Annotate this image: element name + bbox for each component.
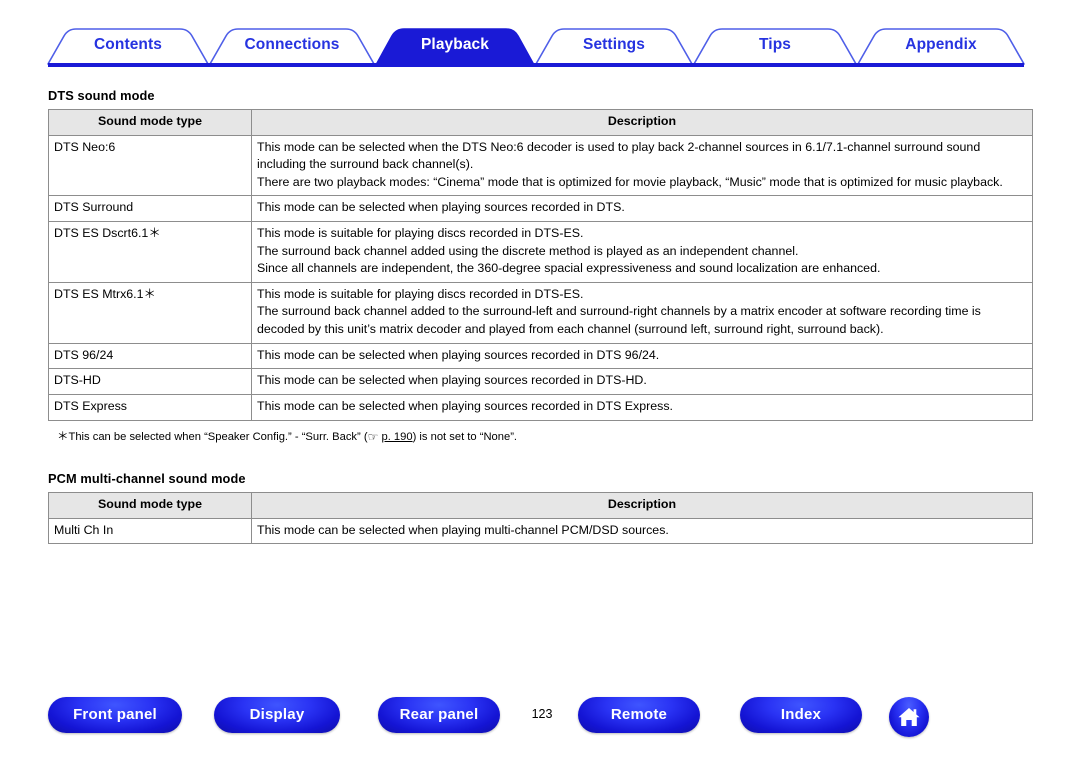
index-button[interactable]: Index: [740, 697, 862, 733]
description-line: This mode is suitable for playing discs …: [257, 286, 584, 301]
tab-connections[interactable]: Connections: [210, 26, 374, 64]
page-number: 123: [531, 707, 553, 721]
home-button[interactable]: [889, 697, 929, 737]
cell-mode-type: DTS ES Dscrt6.1＊: [48, 221, 252, 283]
description-line: There are two playback modes: “Cinema” m…: [257, 174, 1003, 189]
footnote-text-before: This can be selected when “Speaker Confi…: [68, 430, 368, 443]
description-line: This mode can be selected when playing s…: [257, 200, 625, 215]
cell-description: This mode can be selected when playing s…: [251, 195, 1033, 223]
top-tab-bar: Contents Connections Playback Settings T…: [0, 26, 1080, 68]
rear-panel-button[interactable]: Rear panel: [378, 697, 500, 733]
cell-description: This mode can be selected when playing s…: [251, 342, 1033, 370]
description-line: This mode can be selected when playing s…: [257, 398, 673, 413]
table-row: Multi Ch In This mode can be selected wh…: [48, 517, 1033, 545]
home-icon: [898, 708, 920, 726]
footer-nav: Front panel Display Rear panel 123 Remot…: [0, 697, 1080, 739]
tab-label-row: Contents Connections Playback Settings T…: [0, 26, 1080, 64]
description-line: This mode can be selected when the DTS N…: [257, 139, 981, 172]
description-line: This mode can be selected when playing s…: [257, 347, 660, 362]
cell-description: This mode can be selected when the DTS N…: [251, 134, 1033, 197]
cell-description: This mode can be selected when playing s…: [251, 393, 1033, 421]
description-line: This mode can be selected when playing m…: [257, 522, 669, 537]
table-header-row: Sound mode type Description: [48, 109, 1033, 136]
description-line: This mode can be selected when playing s…: [257, 373, 647, 388]
column-header-sound-mode-type: Sound mode type: [48, 109, 252, 136]
column-header-description: Description: [251, 109, 1033, 136]
cell-description: This mode can be selected when playing s…: [251, 368, 1033, 395]
cell-mode-type: Multi Ch In: [48, 517, 252, 545]
cell-description: This mode is suitable for playing discs …: [251, 221, 1033, 283]
column-header-description: Description: [251, 492, 1033, 519]
table-row: DTS Surround This mode can be selected w…: [48, 195, 1033, 223]
page-reference[interactable]: ☞ p. 190: [367, 429, 413, 444]
description-line: Since all channels are independent, the …: [257, 261, 881, 276]
cell-mode-type: DTS ES Mtrx6.1＊: [48, 281, 252, 344]
tab-playback[interactable]: Playback: [376, 26, 534, 64]
dts-sound-mode-table: Sound mode type Description DTS Neo:6 Th…: [48, 109, 1033, 421]
table-header-row: Sound mode type Description: [48, 492, 1033, 519]
front-panel-button[interactable]: Front panel: [48, 697, 182, 733]
cell-description: This mode can be selected when playing m…: [251, 517, 1033, 545]
page-link-label[interactable]: p. 190: [381, 431, 412, 443]
tab-contents[interactable]: Contents: [48, 26, 208, 64]
tab-appendix[interactable]: Appendix: [858, 26, 1024, 64]
footnote-asterisk: ＊: [57, 430, 69, 443]
page-content: DTS sound mode Sound mode type Descripti…: [48, 88, 1033, 545]
pcm-sound-mode-table: Sound mode type Description Multi Ch In …: [48, 492, 1033, 545]
cell-description: This mode is suitable for playing discs …: [251, 281, 1033, 344]
description-line: This mode is suitable for playing discs …: [257, 226, 584, 241]
table-row: DTS Express This mode can be selected wh…: [48, 393, 1033, 421]
display-button[interactable]: Display: [214, 697, 340, 733]
tab-settings[interactable]: Settings: [536, 26, 692, 64]
column-header-sound-mode-type: Sound mode type: [48, 492, 252, 519]
table-row: DTS ES Dscrt6.1＊ This mode is suitable f…: [48, 221, 1033, 283]
table-row: DTS Neo:6 This mode can be selected when…: [48, 134, 1033, 197]
description-line: The surround back channel added using th…: [257, 243, 799, 258]
hand-pointing-icon: ☞: [367, 429, 379, 444]
table-row: DTS-HD This mode can be selected when pl…: [48, 368, 1033, 395]
section-heading-dts: DTS sound mode: [48, 88, 155, 103]
remote-button[interactable]: Remote: [578, 697, 700, 733]
table-row: DTS ES Mtrx6.1＊ This mode is suitable fo…: [48, 281, 1033, 344]
cell-mode-type: DTS Express: [48, 393, 252, 421]
section-heading-pcm: PCM multi-channel sound mode: [48, 471, 246, 487]
cell-mode-type: DTS Surround: [48, 195, 252, 223]
description-line: The surround back channel added to the s…: [257, 304, 981, 337]
table-footnote: ＊This can be selected when “Speaker Conf…: [57, 428, 1032, 446]
footnote-text-after: ) is not set to “None”.: [412, 430, 518, 443]
table-row: DTS 96/24 This mode can be selected when…: [48, 342, 1033, 370]
tab-tips[interactable]: Tips: [694, 26, 856, 64]
cell-mode-type: DTS Neo:6: [48, 134, 252, 197]
cell-mode-type: DTS 96/24: [48, 342, 252, 370]
cell-mode-type: DTS-HD: [48, 368, 252, 395]
